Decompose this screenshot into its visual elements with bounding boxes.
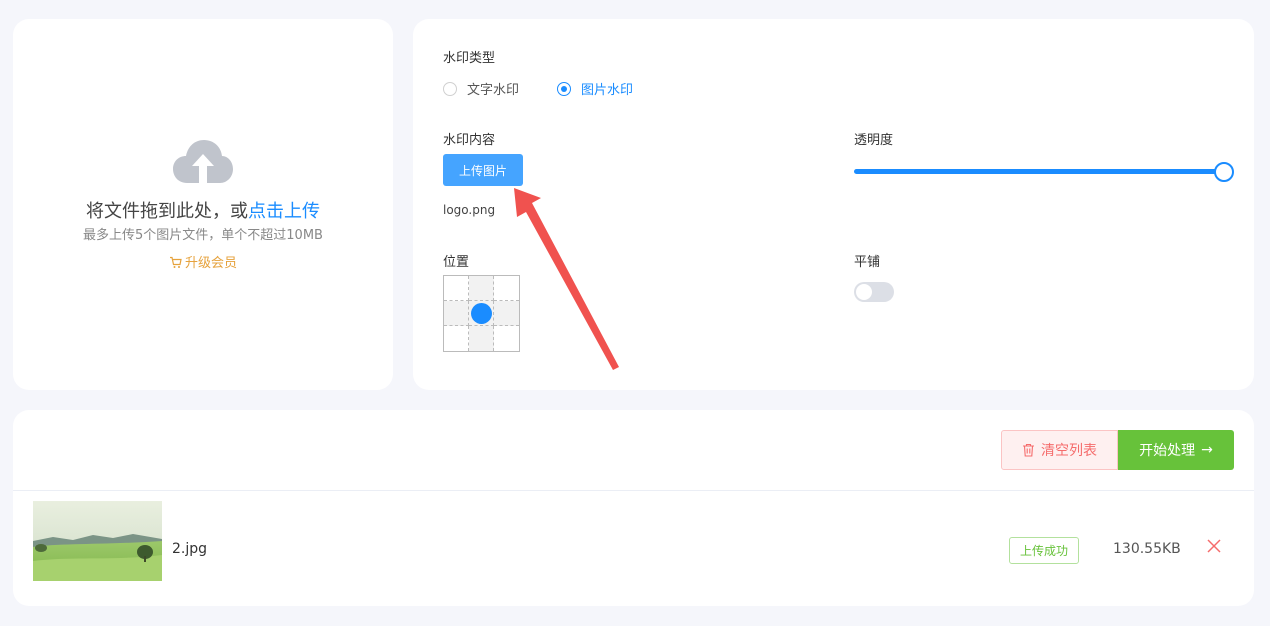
- position-cell[interactable]: [444, 301, 469, 326]
- radio-label: 图片水印: [581, 83, 634, 98]
- upload-dropzone[interactable]: 将文件拖到此处，或点击上传 最多上传5个图片文件，单个不超过10MB 升级会员: [13, 19, 393, 390]
- file-thumbnail: [33, 501, 162, 581]
- clear-list-label: 清空列表: [1041, 443, 1097, 459]
- tile-label: 平铺: [854, 255, 881, 270]
- position-cell[interactable]: [494, 326, 519, 351]
- position-cell[interactable]: [444, 326, 469, 351]
- status-badge: 上传成功: [1009, 537, 1079, 564]
- click-upload-link[interactable]: 点击上传: [248, 201, 320, 222]
- position-cell[interactable]: [469, 276, 494, 301]
- cloud-upload-icon: [173, 140, 233, 183]
- file-list-panel: 清空列表 开始处理 → 2.jpg 上传成功 130.55KB: [13, 410, 1254, 606]
- upload-limit-text: 最多上传5个图片文件，单个不超过10MB: [83, 228, 323, 243]
- watermark-content-label: 水印内容: [443, 133, 496, 148]
- uploaded-filename: logo.png: [443, 203, 496, 217]
- tile-toggle[interactable]: [854, 282, 894, 302]
- radio-image-watermark[interactable]: 图片水印: [557, 79, 633, 98]
- position-label: 位置: [443, 255, 470, 270]
- start-processing-button[interactable]: 开始处理 →: [1118, 430, 1234, 470]
- watermark-type-label: 水印类型: [443, 51, 496, 66]
- arrow-right-icon: →: [1201, 442, 1213, 458]
- radio-dot: [557, 81, 571, 96]
- position-cell[interactable]: [494, 301, 519, 326]
- upload-image-button[interactable]: 上传图片: [443, 154, 523, 186]
- position-cell[interactable]: [444, 276, 469, 301]
- position-cell[interactable]: [494, 276, 519, 301]
- radio-dot: [443, 81, 457, 96]
- clear-list-button[interactable]: 清空列表: [1001, 430, 1118, 470]
- upgrade-label: 升级会员: [184, 256, 237, 271]
- cart-icon: [169, 256, 182, 268]
- trash-icon: [1023, 443, 1034, 457]
- position-grid[interactable]: [443, 275, 520, 352]
- radio-text-watermark[interactable]: 文字水印: [443, 79, 519, 98]
- list-divider: [13, 490, 1254, 491]
- upgrade-membership-link[interactable]: 升级会员: [13, 252, 393, 271]
- position-cell[interactable]: [469, 326, 494, 351]
- opacity-slider-track[interactable]: [854, 169, 1224, 174]
- upload-instruction: 将文件拖到此处，或点击上传: [13, 197, 393, 223]
- remove-file-close-icon[interactable]: [1206, 538, 1222, 554]
- toggle-knob: [856, 284, 872, 300]
- opacity-slider-thumb[interactable]: [1214, 162, 1234, 182]
- watermark-settings-panel: 水印类型 文字水印 图片水印 水印内容 上传图片 logo.png 透明度 位置…: [413, 19, 1254, 390]
- file-size: 130.55KB: [1113, 541, 1181, 557]
- file-name: 2.jpg: [172, 541, 208, 557]
- radio-label: 文字水印: [467, 83, 520, 98]
- landscape-thumbnail-image: [33, 501, 162, 581]
- opacity-label: 透明度: [854, 133, 894, 148]
- drag-text: 将文件拖到此处，或: [86, 201, 248, 222]
- position-selected-marker[interactable]: [471, 303, 492, 324]
- start-processing-label: 开始处理: [1139, 443, 1196, 459]
